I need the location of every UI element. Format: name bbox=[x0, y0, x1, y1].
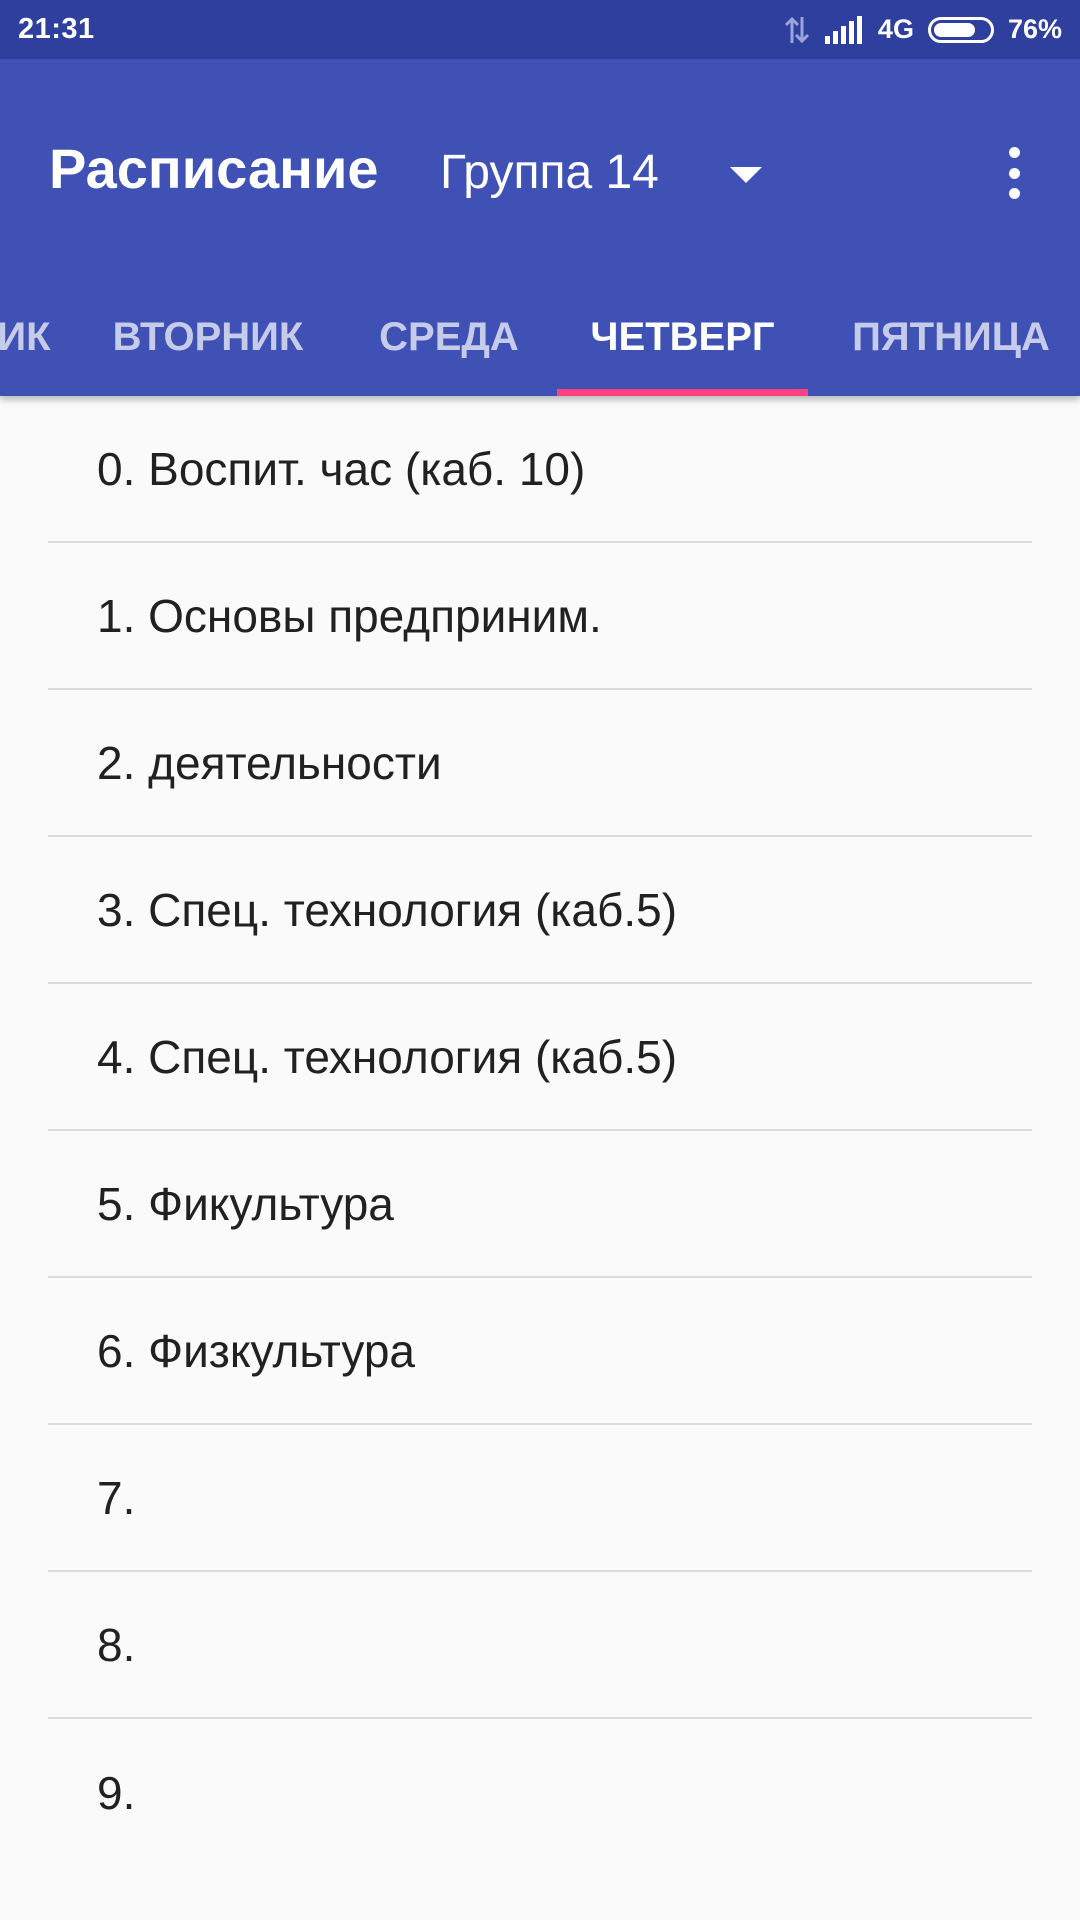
lesson-text: 0. Воспит. час (каб. 10) bbox=[97, 442, 586, 495]
list-item[interactable]: 5. Фикультура bbox=[48, 1131, 1032, 1278]
battery-icon bbox=[927, 16, 994, 43]
tab-thursday[interactable]: ЧЕТВЕРГ bbox=[557, 279, 808, 396]
lesson-text: 3. Спец. технология (каб.5) bbox=[97, 883, 678, 936]
battery-level bbox=[933, 22, 975, 37]
list-item[interactable]: 9. bbox=[48, 1719, 1032, 1866]
tab-tuesday[interactable]: ВТОРНИК bbox=[100, 279, 316, 396]
lesson-text: 1. Основы предприним. bbox=[97, 589, 602, 642]
group-selector-label: Группа 14 bbox=[440, 146, 659, 199]
lesson-text: 6. Физкультура bbox=[97, 1324, 415, 1377]
data-transfer-icon bbox=[784, 16, 809, 43]
day-tabs: ИК ВТОРНИК СРЕДА ЧЕТВЕРГ ПЯТНИЦА bbox=[0, 279, 1080, 396]
more-vert-icon[interactable] bbox=[990, 141, 1038, 205]
tab-wednesday[interactable]: СРЕДА bbox=[370, 279, 528, 396]
list-item[interactable]: 1. Основы предприним. bbox=[48, 543, 1032, 690]
list-item[interactable]: 7. bbox=[48, 1425, 1032, 1572]
list-item[interactable]: 6. Физкультура bbox=[48, 1278, 1032, 1425]
status-time: 21:31 bbox=[18, 13, 95, 45]
lesson-text: 9. bbox=[97, 1766, 136, 1819]
status-bar: 21:31 4G 76% bbox=[0, 0, 1080, 59]
tab-monday[interactable]: ИК bbox=[0, 279, 54, 396]
list-item[interactable]: 0. Воспит. час (каб. 10) bbox=[48, 396, 1032, 543]
list-item[interactable]: 8. bbox=[48, 1572, 1032, 1719]
signal-icon bbox=[824, 15, 862, 44]
list-item[interactable]: 2. деятельности bbox=[48, 690, 1032, 837]
lesson-text: 7. bbox=[97, 1471, 136, 1524]
tab-indicator bbox=[557, 389, 808, 396]
chevron-down-icon bbox=[730, 167, 762, 183]
group-selector[interactable]: Группа 14 bbox=[440, 143, 780, 203]
menu-dot bbox=[1008, 147, 1020, 158]
tab-friday[interactable]: ПЯТНИЦА bbox=[832, 279, 1070, 396]
toolbar: Расписание Группа 14 bbox=[0, 59, 1080, 279]
lesson-text: 8. bbox=[97, 1618, 136, 1671]
battery-percent: 76% bbox=[1007, 14, 1062, 44]
network-type: 4G bbox=[877, 14, 914, 44]
list-item[interactable]: 3. Спец. технология (каб.5) bbox=[48, 837, 1032, 984]
list-item[interactable]: 4. Спец. технология (каб.5) bbox=[48, 984, 1032, 1131]
status-icons: 4G 76% bbox=[784, 14, 1062, 45]
app-title: Расписание bbox=[49, 137, 379, 200]
app-bar: Расписание Группа 14 ИК ВТОРНИК СРЕДА ЧЕ… bbox=[0, 59, 1080, 396]
menu-dot bbox=[1008, 188, 1020, 199]
lesson-text: 5. Фикультура bbox=[97, 1177, 394, 1230]
lesson-text: 2. деятельности bbox=[97, 736, 442, 789]
menu-dot bbox=[1008, 167, 1020, 179]
lesson-text: 4. Спец. технология (каб.5) bbox=[97, 1030, 678, 1083]
